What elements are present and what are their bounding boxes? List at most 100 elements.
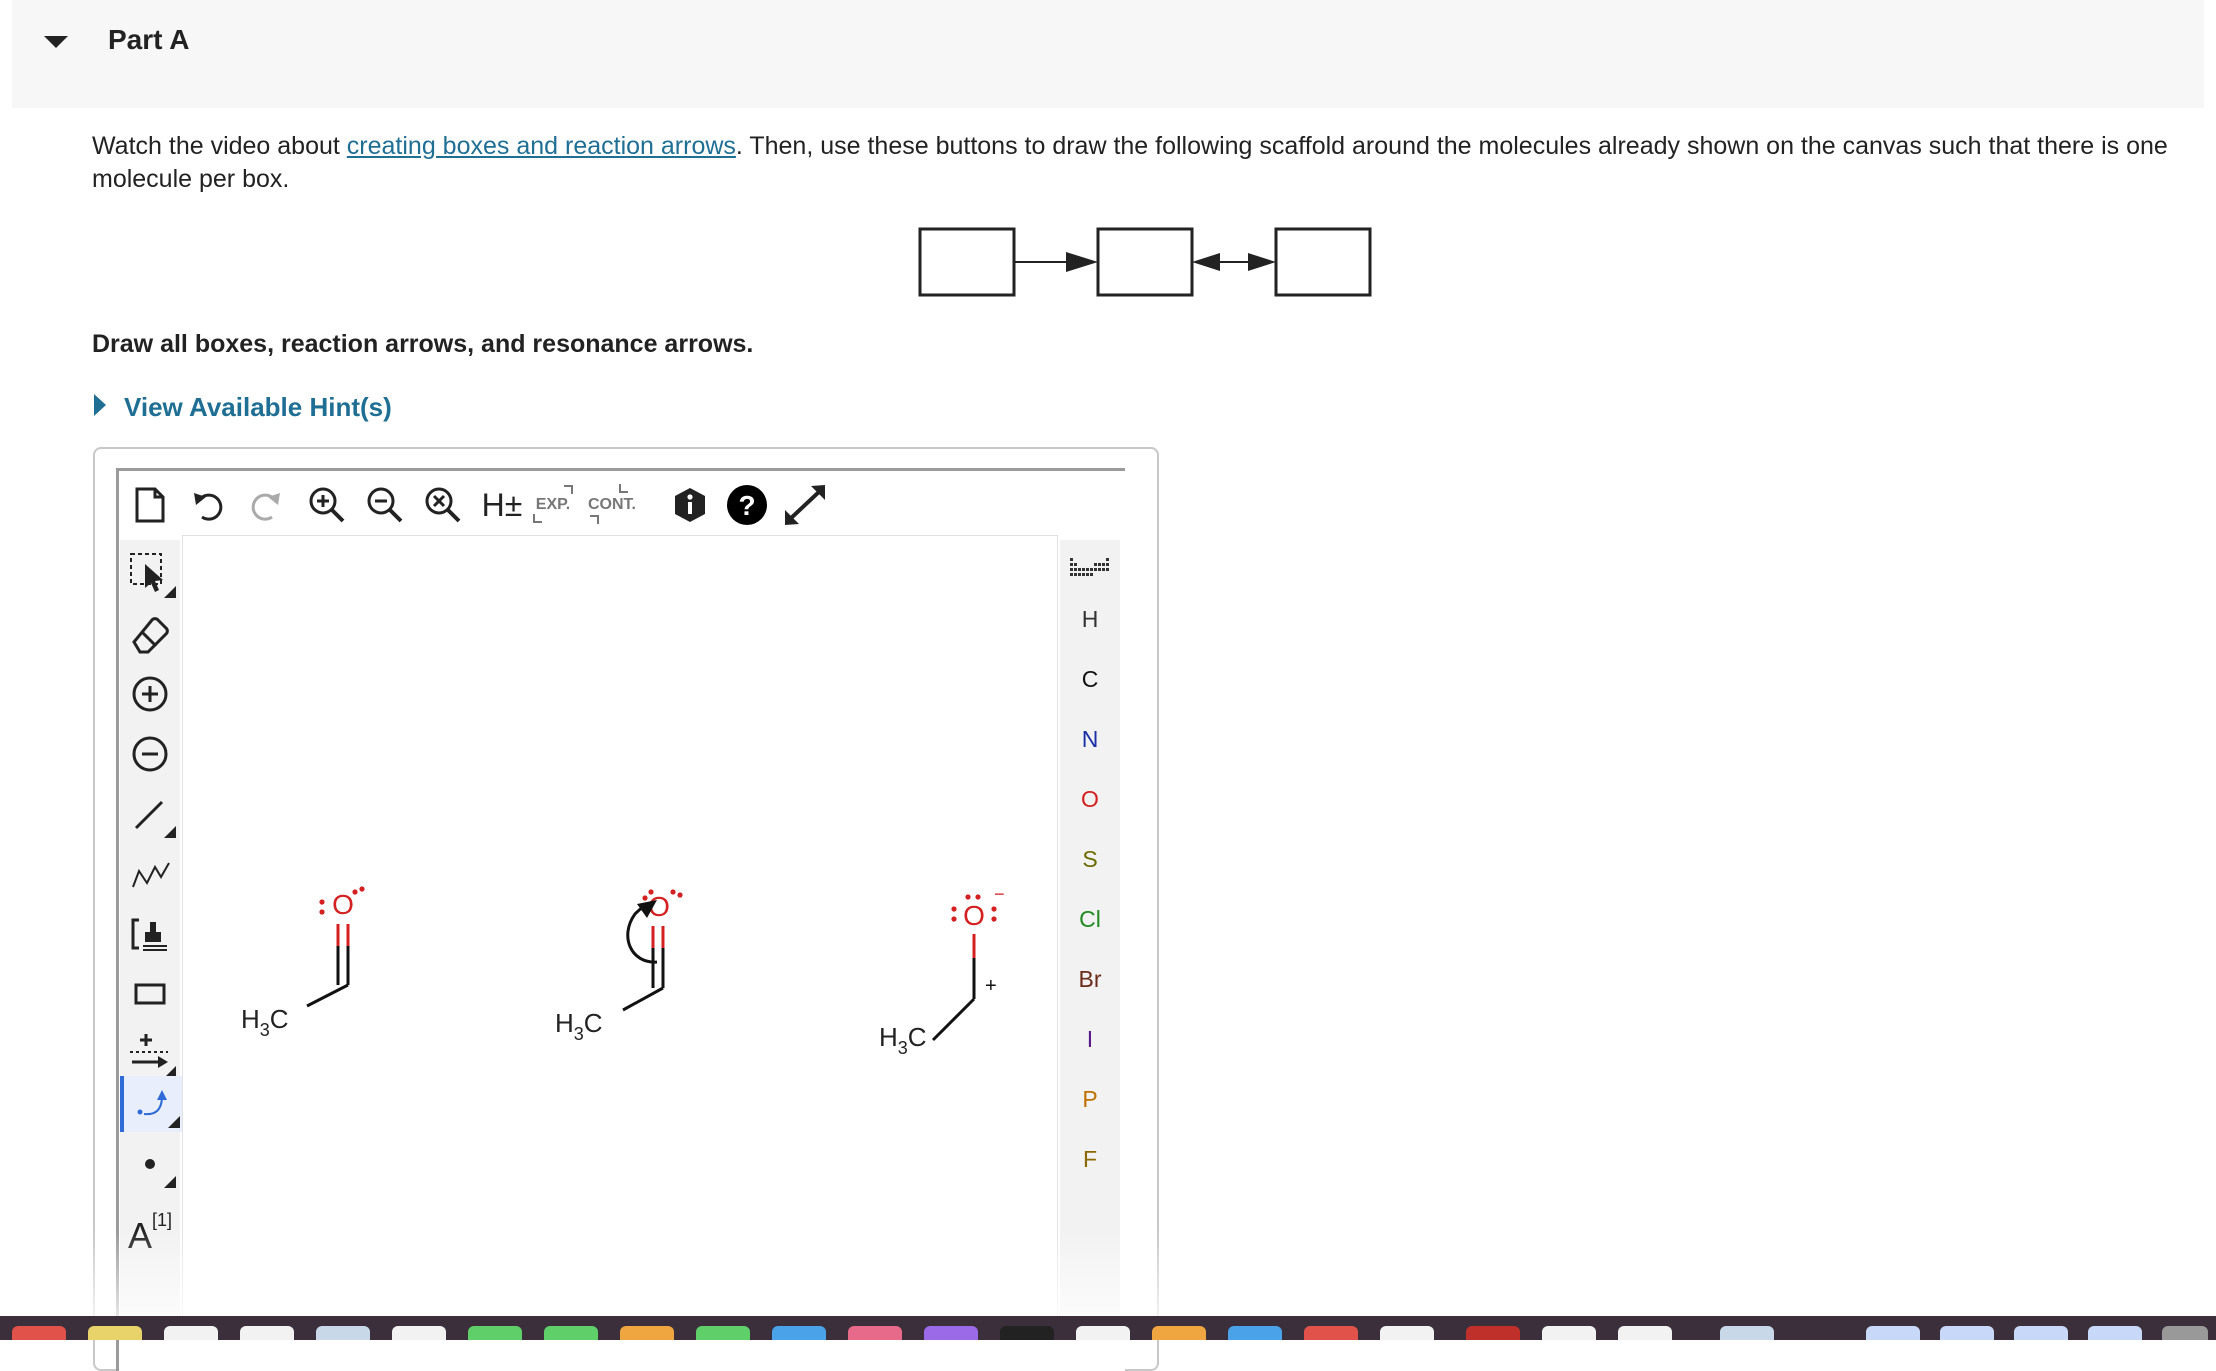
- fullscreen-button[interactable]: [780, 478, 830, 532]
- contract-button[interactable]: CONT.: [586, 478, 638, 532]
- dock-app-icon[interactable]: [1304, 1326, 1358, 1340]
- dock-app-icon[interactable]: [1228, 1326, 1282, 1340]
- select-tool-button[interactable]: [120, 546, 180, 602]
- reaction-arrow-tool-button[interactable]: [120, 1026, 180, 1082]
- element-n-label: N: [1081, 726, 1099, 752]
- instructions-text: Watch the video about creating boxes and…: [92, 130, 2202, 196]
- part-header[interactable]: Part A: [12, 0, 2204, 108]
- dock-app-icon[interactable]: [316, 1326, 370, 1340]
- molecule-2-methyl: H3C: [555, 1008, 603, 1044]
- drawing-canvas[interactable]: O H3C O H3C O − + H3C: [182, 535, 1058, 1336]
- help-icon: ?: [727, 485, 767, 525]
- template-tool-button[interactable]: [120, 906, 180, 962]
- undo-button[interactable]: [188, 478, 228, 532]
- dock-app-icon[interactable]: [2162, 1326, 2208, 1340]
- collapse-caret-icon[interactable]: [40, 30, 76, 54]
- zoom-reset-icon: [425, 487, 461, 523]
- dock-app-icon[interactable]: [772, 1326, 826, 1340]
- dock-app-icon[interactable]: [1152, 1326, 1206, 1340]
- electron-dot-tool-button[interactable]: [120, 1136, 180, 1192]
- dock-app-icon[interactable]: [2014, 1326, 2068, 1340]
- expand-button[interactable]: EXP.: [530, 478, 576, 532]
- top-toolbar: H± EXP. CONT. ?: [130, 478, 840, 534]
- eraser-tool-button[interactable]: [120, 606, 180, 662]
- dock-app-icon[interactable]: [1380, 1326, 1434, 1340]
- dock-app-icon[interactable]: [1720, 1326, 1774, 1340]
- element-p-button[interactable]: P: [1060, 1086, 1120, 1113]
- molecule-1[interactable]: O H3C: [241, 886, 365, 1040]
- dock-app-icon[interactable]: [1000, 1326, 1054, 1340]
- minus-circle-icon: [132, 736, 168, 772]
- curved-arrow-tool-button[interactable]: [120, 1076, 184, 1132]
- element-br-button[interactable]: Br: [1060, 966, 1120, 993]
- help-button[interactable]: ?: [724, 478, 770, 532]
- molecule-3-carbon-charge: +: [985, 975, 997, 997]
- new-document-button[interactable]: [130, 478, 170, 532]
- chain-tool-button[interactable]: [120, 846, 180, 902]
- redo-button[interactable]: [246, 478, 286, 532]
- dock-app-icon[interactable]: [1866, 1326, 1920, 1340]
- molecule-3-oxygen: O: [963, 900, 985, 931]
- dock-app-icon[interactable]: [1076, 1326, 1130, 1340]
- dock-app-icon[interactable]: [88, 1326, 142, 1340]
- fullscreen-icon: [785, 485, 825, 525]
- bond-tool-button[interactable]: [120, 786, 180, 842]
- element-p-label: P: [1082, 1086, 1098, 1112]
- element-n-button[interactable]: N: [1060, 726, 1120, 753]
- zoom-reset-button[interactable]: [422, 478, 464, 532]
- element-f-button[interactable]: F: [1060, 1146, 1120, 1173]
- dock-app-icon[interactable]: [924, 1326, 978, 1340]
- contract-label: CONT.: [588, 496, 636, 513]
- element-cl-button[interactable]: Cl: [1060, 906, 1120, 933]
- element-s-button[interactable]: S: [1060, 846, 1120, 873]
- video-link[interactable]: creating boxes and reaction arrows: [347, 132, 736, 160]
- positive-charge-button[interactable]: [120, 666, 180, 722]
- svg-text:?: ?: [738, 490, 755, 521]
- element-i-button[interactable]: I: [1060, 1026, 1120, 1053]
- element-o-button[interactable]: O: [1060, 786, 1120, 813]
- h-toggle-button[interactable]: H±: [480, 478, 524, 532]
- element-h-label: H: [1081, 606, 1099, 632]
- submenu-corner-icon: [164, 826, 176, 838]
- dock-app-icon[interactable]: [696, 1326, 750, 1340]
- zoom-out-button[interactable]: [364, 478, 406, 532]
- dock-app-icon[interactable]: [1466, 1326, 1520, 1340]
- text-tool-label: A: [127, 1215, 152, 1256]
- dock-app-icon[interactable]: [620, 1326, 674, 1340]
- molecule-2[interactable]: O H3C: [555, 889, 683, 1044]
- dock-app-icon[interactable]: [164, 1326, 218, 1340]
- info-button[interactable]: [670, 478, 710, 532]
- submenu-corner-icon: [168, 1116, 180, 1128]
- dock-app-icon[interactable]: [848, 1326, 902, 1340]
- molecule-3-methyl: H3C: [879, 1022, 927, 1058]
- dock-app-icon[interactable]: [392, 1326, 446, 1340]
- dock-app-icon[interactable]: [12, 1326, 66, 1340]
- zoom-in-button[interactable]: [306, 478, 348, 532]
- periodic-table-icon[interactable]: [1068, 554, 1112, 584]
- eraser-icon: [132, 617, 169, 654]
- dock-app-icon[interactable]: [468, 1326, 522, 1340]
- box-tool-button[interactable]: [120, 966, 180, 1022]
- new-document-icon: [135, 487, 165, 523]
- text-tool-button[interactable]: A [1]: [120, 1196, 180, 1262]
- element-h-button[interactable]: H: [1060, 606, 1120, 633]
- scaffold-box-1: [918, 227, 1016, 297]
- scaffold-box-2: [1096, 227, 1194, 297]
- submenu-corner-icon: [164, 1176, 176, 1188]
- template-icon: [131, 918, 167, 951]
- chain-icon: [132, 862, 170, 888]
- element-br-label: Br: [1078, 966, 1102, 992]
- dock-app-icon[interactable]: [240, 1326, 294, 1340]
- element-o-label: O: [1081, 786, 1099, 812]
- dock-app-icon[interactable]: [1618, 1326, 1672, 1340]
- left-toolbar: A [1]: [120, 540, 184, 1320]
- dock-app-icon[interactable]: [544, 1326, 598, 1340]
- dock-app-icon[interactable]: [1940, 1326, 1994, 1340]
- caret-right-icon: [94, 394, 106, 416]
- molecule-3[interactable]: O − + H3C: [879, 884, 1005, 1058]
- info-icon: [675, 488, 705, 522]
- element-c-button[interactable]: C: [1060, 666, 1120, 693]
- negative-charge-button[interactable]: [120, 726, 180, 782]
- dock-app-icon[interactable]: [1542, 1326, 1596, 1340]
- dock-app-icon[interactable]: [2088, 1326, 2142, 1340]
